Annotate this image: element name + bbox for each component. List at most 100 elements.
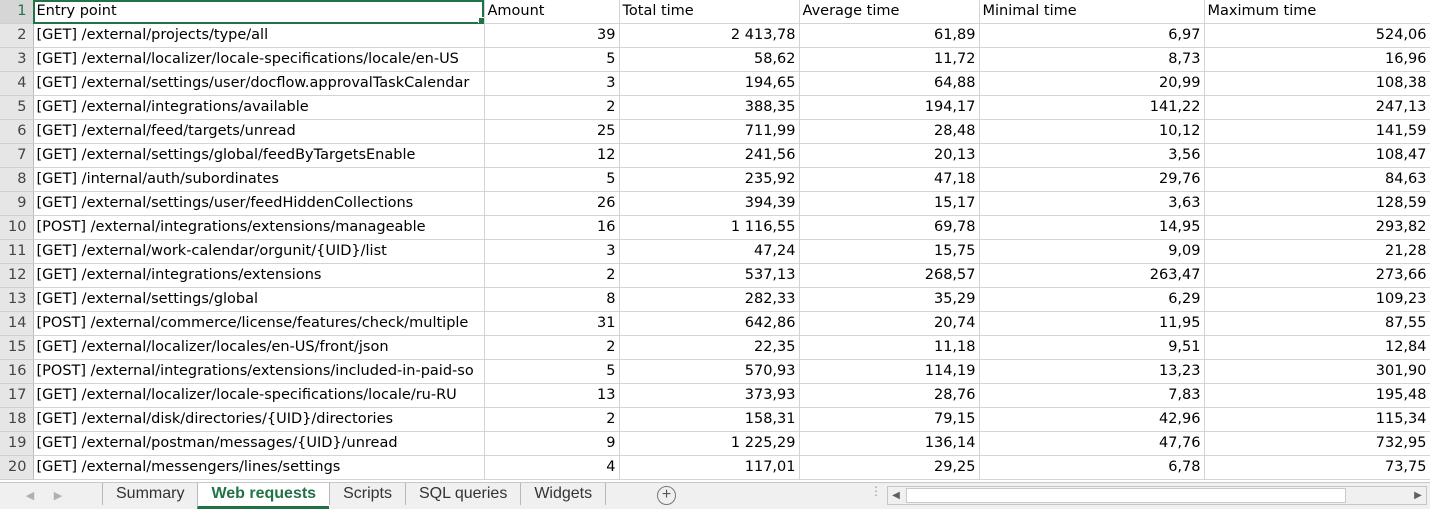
cell-minimal-time[interactable]: 11,95 (979, 311, 1205, 336)
cell-minimal-time[interactable]: 20,99 (979, 71, 1205, 96)
cell-total-time[interactable]: 158,31 (619, 407, 800, 432)
row-number[interactable]: 17 (0, 383, 34, 408)
cell-total-time[interactable]: 388,35 (619, 95, 800, 120)
cell-entry-point[interactable]: [POST] /external/integrations/extensions… (33, 215, 485, 240)
cell-average-time[interactable]: 64,88 (799, 71, 980, 96)
cell-minimal-time[interactable]: 3,56 (979, 143, 1205, 168)
cell-total-time[interactable]: 1 225,29 (619, 431, 800, 456)
cell-total-time[interactable]: 394,39 (619, 191, 800, 216)
row-number[interactable]: 19 (0, 431, 34, 456)
cell-entry-point[interactable]: [POST] /external/integrations/extensions… (33, 359, 485, 384)
cell-average-time[interactable]: 15,17 (799, 191, 980, 216)
cell-total-time[interactable]: 711,99 (619, 119, 800, 144)
cell-total-time[interactable]: 241,56 (619, 143, 800, 168)
cell-total-time[interactable]: 1 116,55 (619, 215, 800, 240)
cell-amount[interactable]: 2 (484, 263, 620, 288)
cell-minimal-time[interactable]: 7,83 (979, 383, 1205, 408)
row-number[interactable]: 4 (0, 71, 34, 96)
row-number[interactable]: 12 (0, 263, 34, 288)
cell-average-time[interactable]: 35,29 (799, 287, 980, 312)
cell-minimal-time[interactable]: 42,96 (979, 407, 1205, 432)
cell-entry-point[interactable]: [GET] /external/settings/user/feedHidden… (33, 191, 485, 216)
row-number[interactable]: 10 (0, 215, 34, 240)
cell-maximum-time[interactable]: 84,63 (1204, 167, 1430, 192)
cell-entry-point[interactable]: [GET] /external/settings/user/docflow.ap… (33, 71, 485, 96)
cell-maximum-time[interactable]: 16,96 (1204, 47, 1430, 72)
cell-total-time[interactable]: 58,62 (619, 47, 800, 72)
cell-amount[interactable]: 8 (484, 287, 620, 312)
cell-entry-point[interactable]: [GET] /external/localizer/locale-specifi… (33, 47, 485, 72)
row-number[interactable]: 6 (0, 119, 34, 144)
cell-maximum-time[interactable]: 247,13 (1204, 95, 1430, 120)
column-header-maximum-time[interactable]: Maximum time (1204, 0, 1430, 24)
cell-maximum-time[interactable]: 195,48 (1204, 383, 1430, 408)
cell-amount[interactable]: 9 (484, 431, 620, 456)
cell-total-time[interactable]: 235,92 (619, 167, 800, 192)
cell-total-time[interactable]: 537,13 (619, 263, 800, 288)
cell-average-time[interactable]: 194,17 (799, 95, 980, 120)
cell-maximum-time[interactable]: 21,28 (1204, 239, 1430, 264)
tab-widgets[interactable]: Widgets (520, 483, 607, 505)
cell-amount[interactable]: 2 (484, 335, 620, 360)
tab-summary[interactable]: Summary (102, 483, 197, 505)
row-number[interactable]: 2 (0, 23, 34, 48)
cell-minimal-time[interactable]: 6,78 (979, 455, 1205, 480)
cell-maximum-time[interactable]: 524,06 (1204, 23, 1430, 48)
fill-handle[interactable] (477, 17, 483, 23)
cell-amount[interactable]: 12 (484, 143, 620, 168)
cell-total-time[interactable]: 2 413,78 (619, 23, 800, 48)
horizontal-scrollbar[interactable]: ◀ ▶ (887, 486, 1427, 505)
cell-total-time[interactable]: 570,93 (619, 359, 800, 384)
cell-entry-point[interactable]: [GET] /external/postman/messages/{UID}/u… (33, 431, 485, 456)
cell-minimal-time[interactable]: 9,51 (979, 335, 1205, 360)
row-number[interactable]: 16 (0, 359, 34, 384)
cell-amount[interactable]: 13 (484, 383, 620, 408)
cell-average-time[interactable]: 79,15 (799, 407, 980, 432)
cell-average-time[interactable]: 11,18 (799, 335, 980, 360)
tab-scripts[interactable]: Scripts (329, 483, 405, 505)
cell-total-time[interactable]: 642,86 (619, 311, 800, 336)
cell-amount[interactable]: 5 (484, 167, 620, 192)
cell-average-time[interactable]: 114,19 (799, 359, 980, 384)
column-header-average-time[interactable]: Average time (799, 0, 980, 24)
plus-circle-icon[interactable]: + (657, 486, 676, 505)
column-header-minimal-time[interactable]: Minimal time (979, 0, 1205, 24)
cell-amount[interactable]: 5 (484, 359, 620, 384)
cell-entry-point[interactable]: [GET] /external/integrations/available (33, 95, 485, 120)
cell-average-time[interactable]: 268,57 (799, 263, 980, 288)
cell-amount[interactable]: 16 (484, 215, 620, 240)
cell-amount[interactable]: 31 (484, 311, 620, 336)
cell-maximum-time[interactable]: 273,66 (1204, 263, 1430, 288)
cell-minimal-time[interactable]: 141,22 (979, 95, 1205, 120)
cell-total-time[interactable]: 117,01 (619, 455, 800, 480)
row-number[interactable]: 1 (0, 0, 34, 24)
cell-average-time[interactable]: 20,74 (799, 311, 980, 336)
cell-entry-point[interactable]: [GET] /external/disk/directories/{UID}/d… (33, 407, 485, 432)
row-number[interactable]: 13 (0, 287, 34, 312)
cell-minimal-time[interactable]: 6,29 (979, 287, 1205, 312)
column-header-amount[interactable]: Amount (484, 0, 620, 24)
cell-entry-point[interactable]: [GET] /external/settings/global (33, 287, 485, 312)
cell-amount[interactable]: 5 (484, 47, 620, 72)
cell-average-time[interactable]: 61,89 (799, 23, 980, 48)
cell-average-time[interactable]: 69,78 (799, 215, 980, 240)
cell-amount[interactable]: 3 (484, 71, 620, 96)
cell-maximum-time[interactable]: 293,82 (1204, 215, 1430, 240)
cell-minimal-time[interactable]: 9,09 (979, 239, 1205, 264)
cell-total-time[interactable]: 194,65 (619, 71, 800, 96)
cell-average-time[interactable]: 28,76 (799, 383, 980, 408)
cell-minimal-time[interactable]: 29,76 (979, 167, 1205, 192)
cell-maximum-time[interactable]: 108,38 (1204, 71, 1430, 96)
row-number[interactable]: 9 (0, 191, 34, 216)
cell-amount[interactable]: 3 (484, 239, 620, 264)
cell-average-time[interactable]: 136,14 (799, 431, 980, 456)
cell-maximum-time[interactable]: 301,90 (1204, 359, 1430, 384)
cell-maximum-time[interactable]: 128,59 (1204, 191, 1430, 216)
cell-minimal-time[interactable]: 263,47 (979, 263, 1205, 288)
row-number[interactable]: 5 (0, 95, 34, 120)
tab-sql-queries[interactable]: SQL queries (404, 483, 520, 505)
cell-average-time[interactable]: 15,75 (799, 239, 980, 264)
cell-entry-point[interactable]: [POST] /external/commerce/license/featur… (33, 311, 485, 336)
cell-minimal-time[interactable]: 8,73 (979, 47, 1205, 72)
cell-entry-point[interactable]: [GET] /external/work-calendar/orgunit/{U… (33, 239, 485, 264)
